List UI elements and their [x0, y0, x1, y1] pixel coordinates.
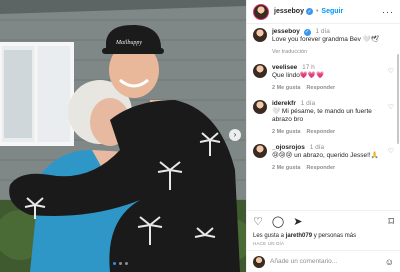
more-options-icon[interactable]: ···: [382, 7, 394, 17]
carousel-dot: [113, 262, 116, 265]
comment-like-heart-icon[interactable]: ♡: [388, 148, 394, 156]
likes-suffix: y personas más: [312, 233, 357, 239]
comments-scrollbar[interactable]: [397, 54, 399, 144]
reply-button[interactable]: Responder: [306, 84, 335, 92]
comment-time: 17 h: [302, 64, 315, 71]
likes-prefix: Les gusta a: [253, 233, 286, 239]
likes-summary[interactable]: Les gusta a jareth079 y personas más: [247, 232, 400, 240]
save-bookmark-icon[interactable]: ⌑: [388, 215, 394, 228]
comment-time: 1 día: [300, 100, 316, 107]
post-header: jesseboy ✓ • Seguir ···: [247, 0, 400, 24]
author-username[interactable]: jesseboy: [274, 8, 304, 15]
author-avatar[interactable]: [253, 28, 267, 42]
commenter-avatar[interactable]: [253, 64, 267, 78]
comment-input[interactable]: Añade un comentario...: [270, 258, 337, 265]
comment-like-heart-icon[interactable]: ♡: [388, 68, 394, 76]
next-photo-button[interactable]: ›: [229, 129, 241, 141]
comment-item: veelisee 17 h Que lindo💗💗💗 2 Me gusta Re…: [253, 64, 394, 92]
share-send-icon[interactable]: ➤: [293, 215, 302, 228]
comment-username[interactable]: veelisee: [272, 64, 297, 71]
carousel-dot: [125, 262, 128, 265]
action-bar: ♡ ◯ ➤ ⌑: [247, 210, 400, 232]
reply-button[interactable]: Responder: [306, 128, 335, 136]
comments-list[interactable]: jesseboy ✓ 1 día Love you forever grandm…: [247, 24, 400, 210]
reply-button[interactable]: Responder: [306, 164, 335, 172]
likes-user[interactable]: jareth079: [286, 233, 312, 239]
caption-text: Love you forever grandma Bev 🤍🕊: [272, 36, 380, 43]
verified-badge-icon: ✓: [305, 8, 313, 15]
separator-dot: •: [315, 8, 319, 15]
like-heart-icon[interactable]: ♡: [253, 215, 263, 228]
post-date: HACE UN DÍA: [253, 241, 285, 246]
verified-badge-icon: ✓: [303, 28, 311, 36]
comment-likes[interactable]: 2 Me gusta: [272, 164, 300, 172]
comment-text: 🤍 Mi pésame, te mando un fuerte abrazo b…: [272, 108, 372, 123]
comment-bubble-icon[interactable]: ◯: [272, 215, 284, 228]
post-modal: Mailbuppy › jesseboy ✓ • Seguir ··· jess…: [0, 0, 400, 272]
emoji-picker-icon[interactable]: ☺: [385, 257, 394, 267]
commenter-avatar[interactable]: [253, 144, 267, 158]
comment-like-heart-icon[interactable]: ♡: [388, 104, 394, 112]
caption-time: 1 día: [315, 28, 330, 35]
caption-username[interactable]: jesseboy: [272, 28, 300, 35]
translate-link[interactable]: Ver traducción: [272, 48, 394, 56]
comment-likes[interactable]: 2 Me gusta: [272, 84, 300, 92]
photo-illustration: Mailbuppy: [0, 0, 246, 272]
carousel-dots: [113, 262, 128, 265]
comment-item: iderekfr 1 día 🤍 Mi pésame, te mando un …: [253, 100, 394, 136]
follow-button[interactable]: Seguir: [321, 8, 343, 15]
author-avatar[interactable]: [253, 3, 269, 20]
post-panel: jesseboy ✓ • Seguir ··· jesseboy ✓ 1 día…: [246, 0, 400, 272]
post-photo[interactable]: Mailbuppy ›: [0, 0, 246, 272]
comment-username[interactable]: iderekfr: [272, 100, 296, 107]
caption: jesseboy ✓ 1 día Love you forever grandm…: [253, 28, 394, 56]
add-comment-bar: Añade un comentario... ☺: [247, 250, 400, 272]
cap-logo-text: Mailbuppy: [115, 40, 142, 46]
commenter-avatar[interactable]: [253, 100, 267, 114]
comment-text: Que lindo💗💗💗: [272, 72, 325, 79]
carousel-dot: [119, 262, 122, 265]
comment-item: _ojosrojos 1 día 😢😢😢 un abrazo, querido …: [253, 144, 394, 172]
comment-likes[interactable]: 2 Me gusta: [272, 128, 300, 136]
comment-text: 😢😢😢 un abrazo, querido Jesse!!🙏: [272, 152, 379, 159]
comment-username[interactable]: _ojosrojos: [272, 144, 305, 151]
comment-time: 1 día: [309, 144, 325, 151]
viewer-avatar: [253, 255, 265, 268]
